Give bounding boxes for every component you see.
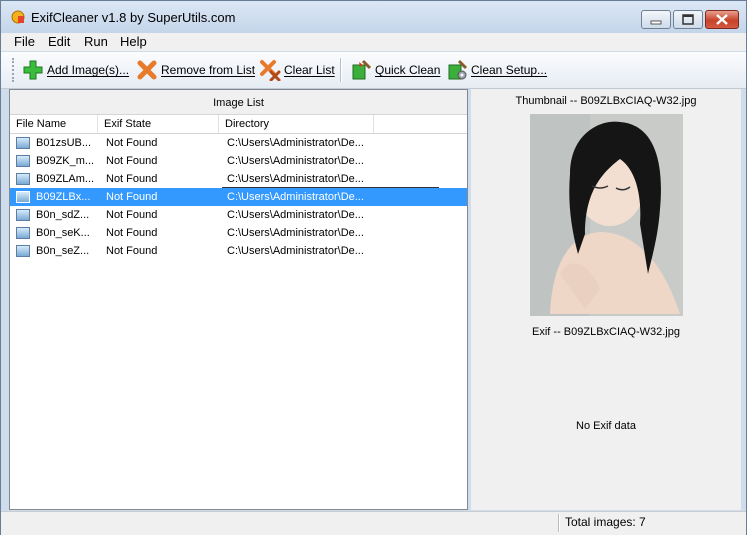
cell-directory: C:\Users\Administrator\De...	[227, 155, 364, 167]
quick-clean-label: Quick Clean	[375, 63, 441, 77]
thumbnail-image	[530, 114, 683, 316]
cell-directory: C:\Users\Administrator\De...	[227, 137, 364, 149]
clean-setup-button[interactable]: Clean Setup...	[446, 57, 547, 83]
add-images-label: Add Image(s)...	[47, 63, 130, 77]
exif-data-text: No Exif data	[576, 420, 636, 432]
list-header: File Name Exif State Directory	[10, 115, 467, 134]
table-row[interactable]: B09ZK_m... Not Found C:\Users\Administrato…	[10, 152, 467, 170]
remove-from-list-label: Remove from List	[161, 63, 256, 77]
table-row[interactable]: B0n_seK... Not Found C:\Users\Administrato…	[10, 224, 467, 242]
menu-edit[interactable]: Edit	[48, 33, 70, 51]
exif-caption: Exif -- B09ZLBxCIAQ-W32.jpg	[532, 326, 680, 338]
status-bar: Total images: 7	[1, 511, 746, 535]
image-file-icon	[16, 191, 30, 203]
cell-exif-state: Not Found	[106, 245, 158, 257]
cell-directory: C:\Users\Administrator\De...	[227, 245, 364, 257]
cell-file-name: B0n_sdZ...	[36, 209, 90, 221]
cell-file-name: B09ZLBx...	[36, 191, 91, 203]
cell-exif-state: Not Found	[106, 173, 158, 185]
clear-list-button[interactable]: Clear List	[259, 57, 335, 83]
thumbnail-caption: Thumbnail -- B09ZLBxCIAQ-W32.jpg	[515, 95, 697, 107]
image-list-rows: B01zsUB... Not Found C:\Users\Administrato…	[10, 134, 467, 260]
cell-directory: C:\Users\Administrator\De...	[227, 227, 364, 239]
remove-icon	[137, 60, 157, 80]
menu-file[interactable]: File	[14, 33, 35, 51]
cell-directory: C:\Users\Administrator\De...	[227, 191, 364, 203]
toolbar: Add Image(s)... Remove from List Clear L…	[1, 52, 746, 89]
cell-file-name: B09ZK_m...	[36, 155, 95, 167]
image-list-panel: Image List File Name Exif State Director…	[9, 89, 468, 510]
toolbar-separator	[340, 58, 342, 82]
table-row[interactable]: B01zsUB... Not Found C:\Users\Administrato…	[10, 134, 467, 152]
cell-exif-state: Not Found	[106, 155, 158, 167]
cell-directory: C:\Users\Administrator\De...	[227, 173, 364, 185]
clear-list-icon	[260, 60, 281, 81]
maximize-button[interactable]	[673, 10, 703, 29]
status-divider	[558, 514, 560, 532]
table-row[interactable]: B0n_seZ... Not Found C:\Users\Administrato…	[10, 242, 467, 260]
quick-clean-button[interactable]: Quick Clean	[350, 57, 440, 83]
app-icon	[11, 10, 25, 24]
cell-file-name: B09ZLAm...	[36, 173, 95, 185]
column-header-exif-state[interactable]: Exif State	[98, 115, 219, 133]
quick-clean-icon	[352, 59, 372, 80]
image-list-caption: Image List	[10, 90, 467, 115]
image-file-icon	[16, 245, 30, 257]
window-title: ExifCleaner v1.8 by SuperUtils.com	[31, 10, 236, 25]
total-images-text: Total images: 7	[565, 515, 646, 529]
clean-setup-label: Clean Setup...	[471, 63, 548, 77]
cell-exif-state: Not Found	[106, 191, 158, 203]
cell-exif-state: Not Found	[106, 227, 158, 239]
app-window: ExifCleaner v1.8 by SuperUtils.com File …	[0, 0, 747, 535]
image-file-icon	[16, 227, 30, 239]
close-icon	[716, 14, 728, 25]
title-bar[interactable]: ExifCleaner v1.8 by SuperUtils.com	[1, 1, 746, 33]
image-file-icon	[16, 155, 30, 167]
row-underline	[222, 187, 439, 188]
cell-file-name: B01zsUB...	[36, 137, 92, 149]
table-row[interactable]: B0n_sdZ... Not Found C:\Users\Administrato…	[10, 206, 467, 224]
cell-directory: C:\Users\Administrator\De...	[227, 209, 364, 221]
table-row[interactable]: B09ZLBx... Not Found C:\Users\Administrato…	[10, 188, 467, 206]
menu-run[interactable]: Run	[84, 33, 108, 51]
toolbar-grip[interactable]	[12, 58, 17, 82]
remove-from-list-button[interactable]: Remove from List	[136, 57, 255, 83]
cell-file-name: B0n_seZ...	[36, 245, 90, 257]
column-header-directory[interactable]: Directory	[219, 115, 374, 133]
image-file-icon	[16, 209, 30, 221]
image-file-icon	[16, 137, 30, 149]
column-header-file-name[interactable]: File Name	[10, 115, 98, 133]
minimize-icon	[650, 20, 662, 25]
minimize-button[interactable]	[641, 10, 671, 29]
cell-exif-state: Not Found	[106, 137, 158, 149]
menu-bar: File Edit Run Help	[1, 33, 746, 51]
table-row[interactable]: B09ZLAm... Not Found C:\Users\Administrato…	[10, 170, 467, 188]
cell-file-name: B0n_seK...	[36, 227, 90, 239]
cell-exif-state: Not Found	[106, 209, 158, 221]
clean-setup-icon	[448, 59, 468, 80]
maximize-icon	[682, 14, 694, 25]
add-images-button[interactable]: Add Image(s)...	[22, 57, 129, 83]
preview-panel: Thumbnail -- B09ZLBxCIAQ-W32.jpg Exif --…	[471, 89, 741, 510]
add-image-icon	[23, 60, 43, 80]
close-button[interactable]	[705, 10, 739, 29]
menu-help[interactable]: Help	[120, 33, 147, 51]
image-file-icon	[16, 173, 30, 185]
clear-list-label: Clear List	[284, 63, 335, 77]
